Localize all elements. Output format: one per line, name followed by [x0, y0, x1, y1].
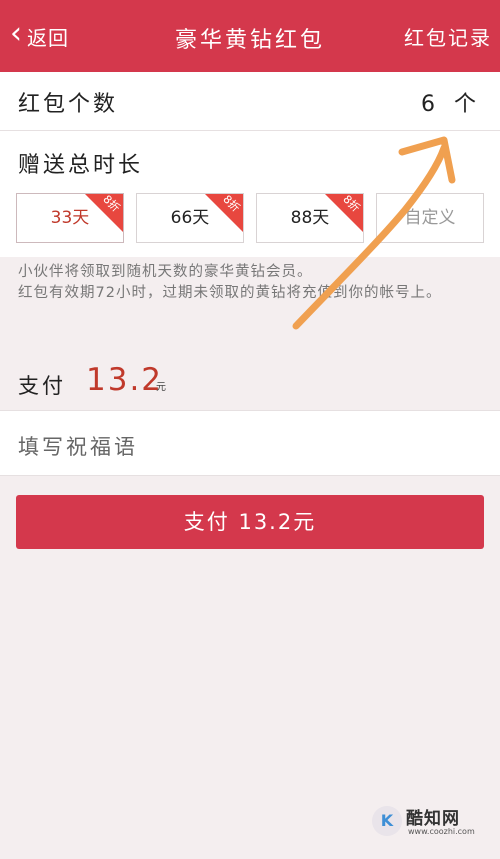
duration-label: 赠送总时长 [18, 153, 144, 178]
pay-button[interactable]: 支付 13.2元 [16, 495, 484, 549]
duration-option-label: 66天 [170, 208, 210, 228]
payment-label: 支付 [18, 374, 66, 398]
top-nav-bar: ‹ 返回 豪华黄钻红包 红包记录 [0, 0, 500, 72]
payment-unit: 元 [156, 382, 166, 393]
packet-count-value[interactable]: 6 个 [421, 86, 482, 118]
duration-option-33[interactable]: 33天 8折 [16, 193, 124, 243]
red-packet-records-link[interactable]: 红包记录 [404, 22, 492, 51]
duration-options: 33天 8折 66天 8折 88天 8折 自定义 [16, 193, 486, 243]
watermark: K 酷知网 www.coozhi.com [370, 802, 480, 842]
duration-option-custom[interactable]: 自定义 [376, 193, 484, 243]
watermark-name: 酷知网 [406, 809, 460, 829]
blessing-placeholder: 填写祝福语 [18, 435, 138, 459]
rules-note-line: 红包有效期72小时，过期未领取的黄钻将充值到你的帐号上。 [18, 285, 442, 301]
payment-amount: 13.2 [86, 362, 164, 398]
duration-section: 赠送总时长 33天 8折 66天 8折 88天 8折 自定义 [0, 131, 500, 257]
duration-option-label: 自定义 [404, 208, 456, 228]
rules-note: 小伙伴将领取到随机天数的豪华黄钻会员。 红包有效期72小时，过期未领取的黄钻将充… [18, 262, 488, 304]
packet-count-label: 红包个数 [18, 92, 119, 117]
watermark-url: www.coozhi.com [408, 827, 475, 836]
packet-count-row[interactable]: 红包个数 6 个 [0, 72, 500, 131]
duration-option-label: 88天 [290, 208, 330, 228]
duration-option-66[interactable]: 66天 8折 [136, 193, 244, 243]
rules-note-line: 小伙伴将领取到随机天数的豪华黄钻会员。 [18, 264, 313, 280]
blessing-input[interactable]: 填写祝福语 [0, 410, 500, 476]
duration-option-label: 33天 [50, 208, 90, 228]
duration-option-88[interactable]: 88天 8折 [256, 193, 364, 243]
watermark-logo-icon: K [372, 806, 402, 836]
